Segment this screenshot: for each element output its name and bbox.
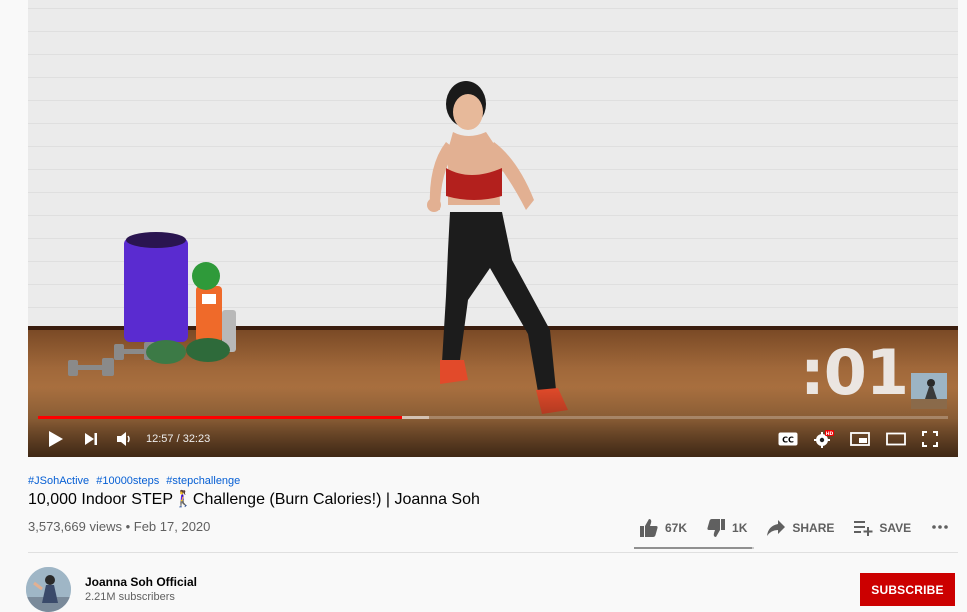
play-icon[interactable]	[48, 424, 64, 454]
youtube-watch-page: :01 12:57 / 32:23 CC HD #JSohActive #100…	[0, 0, 967, 612]
captions-button[interactable]: CC	[778, 424, 798, 454]
channel-avatar[interactable]	[26, 567, 71, 612]
like-ratio-bar	[634, 547, 754, 549]
publish-date: Feb 17, 2020	[133, 519, 211, 534]
progress-bar[interactable]	[38, 416, 948, 419]
save-button[interactable]: SAVE	[853, 519, 911, 537]
hd-badge: HD	[826, 431, 834, 437]
player-controls: 12:57 / 32:23 CC HD	[28, 424, 958, 454]
next-icon[interactable]	[84, 424, 98, 454]
share-label: SHARE	[792, 521, 835, 535]
hashtag-link[interactable]: #JSohActive	[28, 475, 89, 487]
subscribe-button[interactable]: SUBSCRIBE	[860, 573, 955, 606]
captions-label: CC	[782, 436, 794, 445]
dislike-count: 1K	[732, 521, 748, 535]
hashtag-link[interactable]: #stepchallenge	[166, 475, 240, 487]
dislike-button[interactable]: 1K	[706, 518, 747, 538]
progress-played	[38, 416, 402, 419]
gear-icon[interactable]: HD	[814, 424, 834, 454]
thumbs-down-icon	[707, 519, 726, 537]
fullscreen-icon[interactable]	[922, 424, 938, 454]
view-count: 3,573,669 views	[28, 519, 122, 534]
video-player[interactable]: :01 12:57 / 32:23 CC HD	[28, 0, 958, 457]
volume-icon[interactable]	[116, 424, 132, 454]
meta-separator: •	[125, 519, 131, 534]
channel-name[interactable]: Joanna Soh Official	[85, 575, 197, 589]
hashtag-link[interactable]: #10000steps	[96, 475, 159, 487]
share-button[interactable]: SHARE	[766, 519, 834, 537]
theater-icon[interactable]	[886, 424, 906, 454]
share-icon	[767, 520, 786, 536]
thumbs-up-icon	[640, 519, 658, 537]
like-count: 67K	[665, 521, 688, 535]
video-title: 10,000 Indoor STEP🚶‍♀️Challenge (Burn Ca…	[28, 491, 480, 508]
overlay-timer: :01	[800, 336, 909, 409]
subscriber-count: 2.21M subscribers	[85, 591, 175, 603]
section-divider	[28, 552, 958, 553]
more-actions-icon[interactable]	[931, 518, 949, 541]
playlist-add-icon	[854, 521, 873, 536]
video-actions: 67K 1K SHARE SAVE	[639, 516, 930, 540]
miniplayer-icon[interactable]	[850, 424, 870, 454]
video-frame[interactable]: :01	[28, 0, 958, 457]
hashtags: #JSohActive #10000steps #stepchallenge	[28, 475, 244, 487]
end-screen-thumbnail[interactable]	[911, 373, 947, 409]
time-display: 12:57 / 32:23	[146, 433, 211, 445]
video-meta: 3,573,669 views • Feb 17, 2020	[28, 519, 210, 534]
like-button[interactable]: 67K	[639, 518, 687, 538]
save-label: SAVE	[879, 521, 912, 535]
